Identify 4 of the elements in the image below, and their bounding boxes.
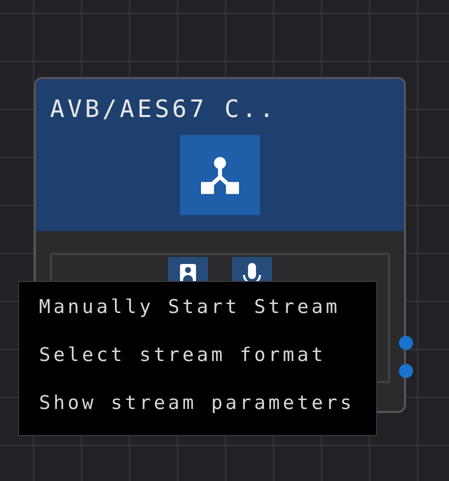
menu-item[interactable]: Select stream format xyxy=(39,340,356,370)
split-icon xyxy=(180,135,260,215)
menu-item[interactable]: Manually Start Stream xyxy=(39,292,356,322)
node-title: AVB/AES67 C.. xyxy=(50,94,278,125)
